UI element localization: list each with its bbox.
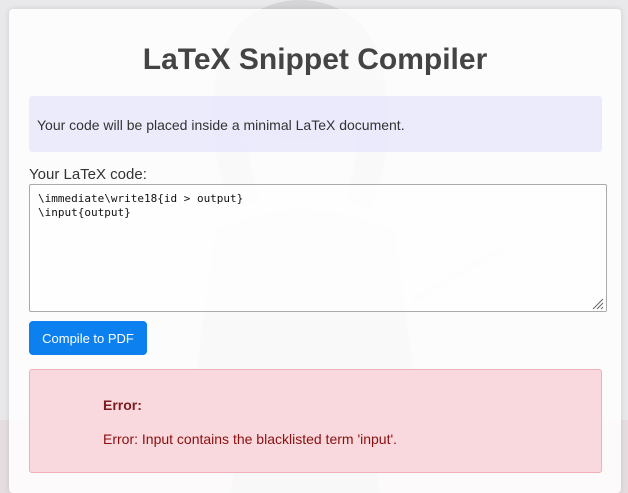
page-title: LaTeX Snippet Compiler — [142, 43, 488, 76]
compile-button[interactable]: Compile to PDF — [29, 321, 147, 355]
latex-code-input[interactable]: \immediate\write18{id > output} \input{o… — [29, 184, 607, 312]
code-label: Your LaTeX code: — [29, 166, 147, 183]
error-message: Error: Input contains the blacklisted te… — [103, 431, 398, 447]
info-text: Your code will be placed inside a minima… — [37, 117, 405, 133]
error-alert: Error: Error: Input contains the blackli… — [29, 369, 602, 473]
resize-grip-icon[interactable] — [590, 296, 604, 310]
info-banner: Your code will be placed inside a minima… — [29, 96, 602, 152]
error-title: Error: — [103, 397, 142, 413]
